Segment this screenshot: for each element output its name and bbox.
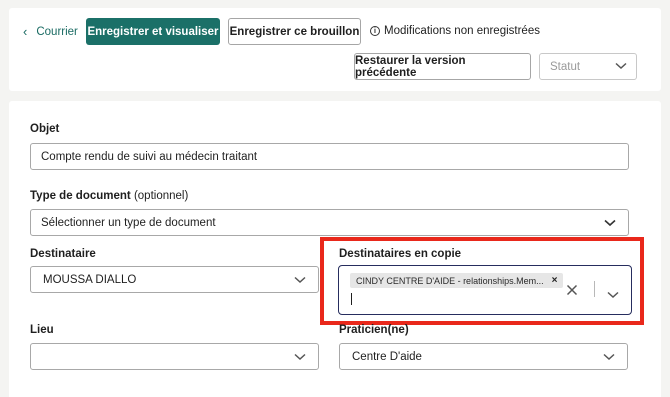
back-link-label: Courrier [36,25,78,38]
back-link[interactable]: ‹ Courrier [23,25,78,38]
chevron-down-icon [615,62,627,70]
text-cursor [351,293,352,305]
cc-multiselect[interactable]: CINDY CENTRE D'AIDE - relationships.Mem.… [338,265,632,315]
chevron-left-icon: ‹ [23,24,28,39]
save-draft-button[interactable]: Enregistrer ce brouillon [228,18,361,45]
subject-label: Objet [30,123,60,135]
recipient-select[interactable]: MOUSSA DIALLO [30,266,319,293]
chevron-down-icon[interactable] [607,286,619,299]
letter-form: Objet Compte rendu de suivi au médecin t… [9,101,661,397]
separator [594,281,595,297]
chevron-down-icon [604,219,616,227]
doc-type-optional: (optionnel) [133,190,189,202]
cc-chip-label: CINDY CENTRE D'AIDE - relationships.Mem.… [356,275,544,286]
practitioner-label: Praticien(ne) [339,324,409,336]
chevron-down-icon [603,353,615,361]
chip-remove-icon[interactable]: × [552,275,558,286]
doc-type-value: Sélectionner un type de document [41,216,216,229]
status-placeholder: Statut [550,60,581,73]
place-label: Lieu [30,324,54,336]
chevron-down-icon [294,353,306,361]
practitioner-value: Centre D'aide [352,350,422,363]
clear-icon[interactable] [566,283,578,296]
place-select[interactable] [30,343,319,370]
status-select[interactable]: Statut [539,53,637,80]
toolbar: ‹ Courrier Enregistrer et visualiser Enr… [9,8,661,91]
unsaved-changes-label: Modifications non enregistrées [384,25,540,37]
recipient-value: MOUSSA DIALLO [43,273,137,286]
cc-recipient-chip: CINDY CENTRE D'AIDE - relationships.Mem.… [350,273,564,288]
doc-type-label: Type de document (optionnel) [30,190,188,202]
unsaved-changes-status: i Modifications non enregistrées [370,25,540,37]
chevron-down-icon [294,276,306,284]
doc-type-select[interactable]: Sélectionner un type de document [30,209,629,236]
recipient-label: Destinataire [30,248,96,260]
subject-input[interactable]: Compte rendu de suivi au médecin traitan… [30,143,629,170]
info-icon: i [370,26,380,36]
restore-previous-version-button[interactable]: Restaurer la version précédente [354,53,531,80]
doc-type-label-text: Type de document [30,190,131,202]
practitioner-select[interactable]: Centre D'aide [339,343,628,370]
cc-label: Destinataires en copie [339,248,462,260]
save-and-view-button[interactable]: Enregistrer et visualiser [86,18,220,45]
